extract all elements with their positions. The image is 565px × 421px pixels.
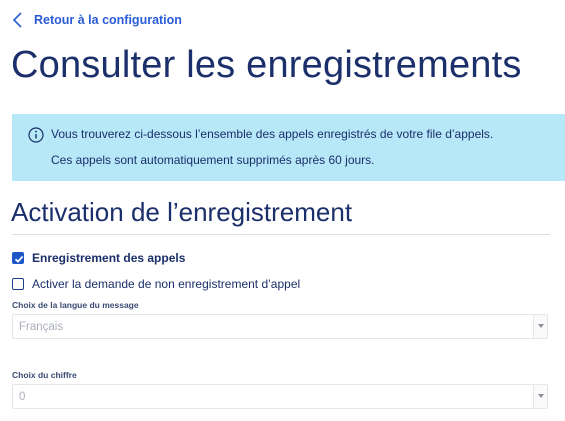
info-banner: Vous trouverez ci-dessous l’ensemble des… <box>12 114 565 181</box>
back-link[interactable]: Retour à la configuration <box>10 10 182 30</box>
call-recording-checkbox-row[interactable]: Enregistrement des appels <box>12 251 185 265</box>
digit-select-value: 0 <box>19 391 26 403</box>
info-banner-line-2: Ces appels sont automatiquement supprimé… <box>51 153 375 167</box>
section-title: Activation de l’enregistrement <box>11 197 353 227</box>
language-select[interactable]: Français <box>12 314 548 339</box>
chevron-down-icon[interactable] <box>533 315 547 338</box>
call-recording-label: Enregistrement des appels <box>32 251 186 265</box>
opt-out-request-label: Activer la demande de non enregistrement… <box>32 277 301 291</box>
call-recording-checkbox[interactable] <box>12 252 24 264</box>
info-icon <box>28 127 44 143</box>
page-title: Consulter les enregistrements <box>11 44 522 86</box>
opt-out-request-checkbox[interactable] <box>12 278 24 290</box>
language-select-value: Français <box>19 321 64 333</box>
info-banner-line-1: Vous trouverez ci-dessous l’ensemble des… <box>51 127 494 141</box>
language-select-label: Choix de la langue du message <box>12 300 139 310</box>
chevron-down-icon[interactable] <box>533 385 547 408</box>
opt-out-request-checkbox-row[interactable]: Activer la demande de non enregistrement… <box>12 277 300 291</box>
digit-select-label: Choix du chiffre <box>12 370 77 380</box>
back-link-label: Retour à la configuration <box>34 13 182 27</box>
digit-select[interactable]: 0 <box>12 384 548 409</box>
chevron-left-icon <box>10 10 26 30</box>
section-divider <box>12 234 550 235</box>
